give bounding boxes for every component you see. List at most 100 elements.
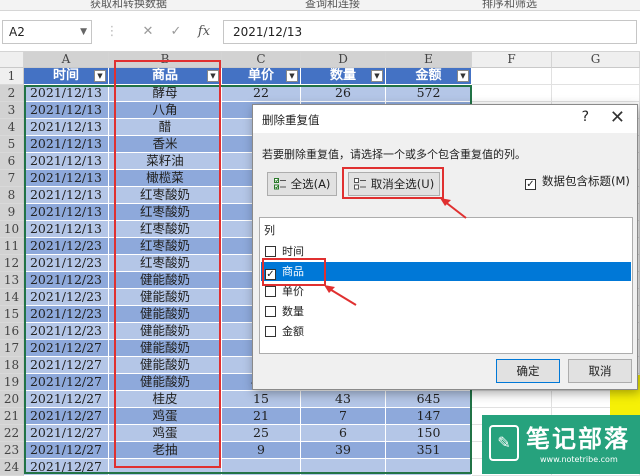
table-cell[interactable]: 桂皮 [109, 391, 222, 408]
column-option-time[interactable]: 时间 [261, 242, 631, 261]
name-box[interactable]: A2 ▼ [2, 20, 92, 44]
table-cell[interactable]: 2021/12/23 [24, 289, 109, 306]
table-cell[interactable]: 健能酸奶 [109, 272, 222, 289]
row-header[interactable]: 14 [0, 289, 24, 306]
empty-cell[interactable] [472, 68, 552, 85]
table-cell[interactable]: 2021/12/13 [24, 119, 109, 136]
table-cell[interactable]: 2021/12/13 [24, 204, 109, 221]
table-cell[interactable]: 酵母 [109, 85, 222, 102]
row-header[interactable]: 12 [0, 255, 24, 272]
table-cell[interactable]: 147 [386, 408, 472, 425]
table-cell[interactable]: 醋 [109, 119, 222, 136]
row-header[interactable]: 19 [0, 374, 24, 391]
table-cell[interactable]: 2021/12/13 [24, 221, 109, 238]
table-cell[interactable]: 鸡蛋 [109, 425, 222, 442]
empty-cell[interactable] [472, 391, 552, 408]
table-cell[interactable]: 2021/12/23 [24, 255, 109, 272]
table-cell[interactable]: 351 [386, 442, 472, 459]
table-cell[interactable]: 橄榄菜 [109, 170, 222, 187]
table-cell[interactable]: 健能酸奶 [109, 357, 222, 374]
table-cell[interactable]: 572 [386, 85, 472, 102]
column-header-a[interactable]: A [24, 52, 109, 68]
column-header-f[interactable]: F [472, 52, 552, 68]
table-cell[interactable]: 2021/12/13 [24, 153, 109, 170]
table-cell[interactable]: 健能酸奶 [109, 323, 222, 340]
row-header[interactable]: 21 [0, 408, 24, 425]
column-option-amount[interactable]: 金额 [261, 322, 631, 341]
row-header[interactable]: 17 [0, 340, 24, 357]
table-cell[interactable]: 22 [222, 85, 301, 102]
filter-dropdown-icon[interactable]: ▼ [457, 70, 469, 82]
table-cell[interactable]: 八角 [109, 102, 222, 119]
table-cell[interactable]: 2021/12/27 [24, 391, 109, 408]
table-cell[interactable]: 2021/12/23 [24, 272, 109, 289]
insert-function-icon[interactable]: fx [192, 20, 216, 44]
table-cell[interactable]: 2021/12/27 [24, 442, 109, 459]
table-cell[interactable]: 9 [222, 442, 301, 459]
table-cell[interactable]: 39 [301, 442, 386, 459]
table-cell[interactable]: 2021/12/23 [24, 238, 109, 255]
table-cell[interactable]: 2021/12/13 [24, 170, 109, 187]
table-cell[interactable]: 150 [386, 425, 472, 442]
filter-dropdown-icon[interactable]: ▼ [371, 70, 383, 82]
table-cell[interactable]: 2021/12/23 [24, 323, 109, 340]
table-cell[interactable]: 健能酸奶 [109, 340, 222, 357]
table-cell[interactable]: 红枣酸奶 [109, 255, 222, 272]
table-cell[interactable]: 2021/12/27 [24, 374, 109, 391]
table-cell[interactable]: 6 [301, 425, 386, 442]
table-header-cell[interactable]: 单价 ▼ [222, 68, 301, 85]
table-cell[interactable]: 2021/12/27 [24, 340, 109, 357]
formula-input[interactable]: 2021/12/13 [223, 20, 637, 44]
table-cell[interactable]: 25 [222, 425, 301, 442]
row-header[interactable]: 20 [0, 391, 24, 408]
empty-cell[interactable] [552, 85, 640, 102]
table-cell[interactable] [109, 459, 222, 476]
ribbon-group-get-data[interactable]: 获取和转换数据 [90, 0, 167, 10]
empty-cell[interactable] [552, 68, 640, 85]
table-cell[interactable]: 2021/12/13 [24, 187, 109, 204]
table-header-cell[interactable]: 时间 ▼ [24, 68, 109, 85]
column-header-d[interactable]: D [301, 52, 386, 68]
has-headers-checkbox[interactable]: ✓ 数据包含标题(M) [525, 173, 630, 190]
table-cell[interactable]: 红枣酸奶 [109, 221, 222, 238]
row-header[interactable]: 2 [0, 85, 24, 102]
more-options-icon[interactable]: ⋮ [100, 20, 124, 44]
row-header[interactable]: 9 [0, 204, 24, 221]
table-cell[interactable]: 645 [386, 391, 472, 408]
column-option-product[interactable]: ✓ 商品 [261, 262, 631, 281]
row-header[interactable]: 7 [0, 170, 24, 187]
row-header[interactable]: 13 [0, 272, 24, 289]
select-all-button[interactable]: 全选(A) [267, 172, 337, 196]
row-header[interactable]: 5 [0, 136, 24, 153]
column-option-price[interactable]: 单价 [261, 282, 631, 301]
table-cell[interactable]: 2021/12/13 [24, 136, 109, 153]
table-cell[interactable]: 菜籽油 [109, 153, 222, 170]
row-header[interactable]: 6 [0, 153, 24, 170]
cancel-icon[interactable]: ✕ [136, 20, 160, 44]
table-cell[interactable]: 2021/12/13 [24, 85, 109, 102]
row-header[interactable]: 8 [0, 187, 24, 204]
filter-dropdown-icon[interactable]: ▼ [94, 70, 106, 82]
table-cell[interactable]: 红枣酸奶 [109, 204, 222, 221]
table-cell[interactable]: 2021/12/27 [24, 408, 109, 425]
table-cell[interactable]: 2021/12/27 [24, 357, 109, 374]
chevron-down-icon[interactable]: ▼ [80, 21, 87, 43]
ribbon-group-sort-filter[interactable]: 排序和筛选 [482, 0, 537, 10]
select-all-corner[interactable] [0, 52, 24, 68]
column-header-g[interactable]: G [552, 52, 640, 68]
row-header[interactable]: 3 [0, 102, 24, 119]
table-cell[interactable]: 健能酸奶 [109, 374, 222, 391]
column-header-e[interactable]: E [386, 52, 472, 68]
table-cell[interactable]: 21 [222, 408, 301, 425]
table-header-cell[interactable]: 商品 ▼ [109, 68, 222, 85]
table-cell[interactable]: 香米 [109, 136, 222, 153]
row-header[interactable]: 22 [0, 425, 24, 442]
column-header-c[interactable]: C [222, 52, 301, 68]
table-cell[interactable]: 43 [301, 391, 386, 408]
table-cell[interactable]: 健能酸奶 [109, 306, 222, 323]
table-cell[interactable] [222, 459, 301, 476]
table-cell[interactable]: 2021/12/23 [24, 306, 109, 323]
row-header[interactable]: 4 [0, 119, 24, 136]
ok-button[interactable]: 确定 [496, 359, 560, 383]
table-cell[interactable]: 26 [301, 85, 386, 102]
